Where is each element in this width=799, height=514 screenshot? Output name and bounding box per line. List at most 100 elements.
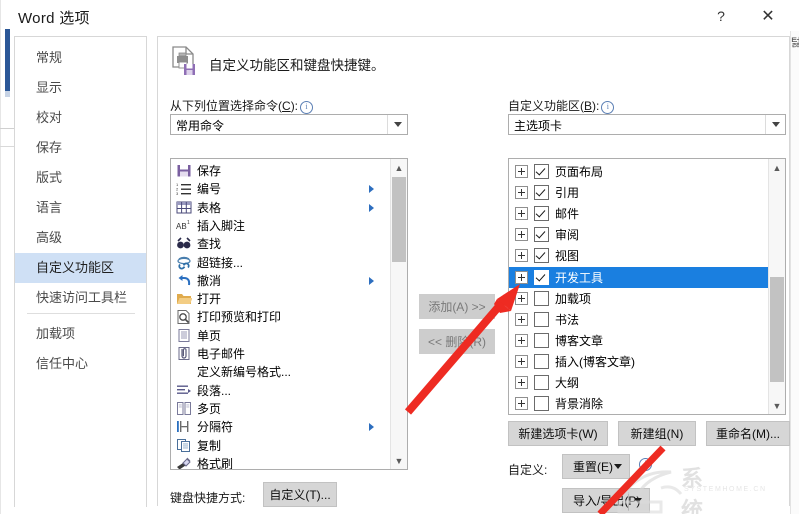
command-label: 表格 xyxy=(197,200,222,215)
commands-scroll-thumb[interactable] xyxy=(392,177,406,262)
ribbon-tab-checkbox[interactable] xyxy=(534,353,549,369)
customize-ribbon-combo[interactable]: 主选项卡 xyxy=(508,114,786,135)
expand-plus-icon[interactable] xyxy=(515,333,528,347)
ribbon-tab-label: 审阅 xyxy=(555,228,580,243)
none xyxy=(174,363,193,380)
expand-plus-icon[interactable] xyxy=(515,354,528,368)
sidebar-item-4[interactable]: 版式 xyxy=(15,163,146,193)
ribbon-tab-item[interactable]: 引用 xyxy=(509,182,769,203)
expand-plus-icon[interactable] xyxy=(515,228,528,242)
command-label: 多页 xyxy=(197,401,222,416)
ribbon-tab-item[interactable]: 背景消除 xyxy=(509,393,769,414)
command-label: 插入脚注 xyxy=(197,218,246,233)
info-icon[interactable]: i xyxy=(601,101,615,114)
title-bar: Word 选项 ? ✕ xyxy=(0,0,799,31)
sidebar-item-5[interactable]: 语言 xyxy=(15,193,146,223)
scroll-up-icon[interactable]: ▲ xyxy=(391,159,407,176)
expand-plus-icon[interactable] xyxy=(515,270,528,284)
ribbon-tab-item[interactable]: 大纲 xyxy=(509,372,769,393)
ribbon-tab-item[interactable]: 博客文章 xyxy=(509,330,769,351)
command-label: 保存 xyxy=(197,164,222,178)
expand-plus-icon[interactable] xyxy=(515,249,528,263)
expand-plus-icon[interactable] xyxy=(515,376,528,389)
reset-dropdown-button[interactable]: 重置(E) xyxy=(562,454,630,479)
close-button[interactable]: ✕ xyxy=(750,4,786,28)
ribbon-tab-checkbox[interactable] xyxy=(534,311,549,327)
sidebar-item-9[interactable]: 加载项 xyxy=(15,319,146,349)
ribbon-tab-item[interactable]: 邮件 xyxy=(509,203,769,224)
expand-plus-icon[interactable] xyxy=(515,291,528,305)
new-group-button[interactable]: 新建组(N) xyxy=(618,421,696,446)
expand-plus-icon[interactable] xyxy=(515,312,528,326)
ribbon-tab-item[interactable]: 插入(博客文章) xyxy=(509,351,769,372)
ribbon-tab-label: 引用 xyxy=(555,186,580,201)
submenu-arrow-icon xyxy=(369,276,374,285)
new-tab-button[interactable]: 新建选项卡(W) xyxy=(508,421,608,446)
ribbon-tab-checkbox[interactable] xyxy=(534,375,549,390)
ribbon-tab-item[interactable]: 开发工具 xyxy=(509,266,769,288)
format-painter-icon xyxy=(174,455,193,469)
ribbon-tab-label: 背景消除 xyxy=(555,397,604,412)
command-label: 分隔符 xyxy=(197,420,234,435)
commands-scrollbar[interactable]: ▲ ▼ xyxy=(390,159,407,469)
ribbon-tab-checkbox[interactable] xyxy=(534,269,549,285)
add-button[interactable]: 添加(A) >> xyxy=(419,294,495,319)
ribbon-tab-checkbox[interactable] xyxy=(534,290,549,306)
keyboard-customize-button[interactable]: 自定义(T)... xyxy=(263,482,337,507)
ribbon-tabs-scroll-thumb[interactable] xyxy=(770,277,784,382)
customize-label: 自定义: xyxy=(508,463,548,477)
scroll-up-icon[interactable]: ▲ xyxy=(769,159,785,176)
rename-button[interactable]: 重命名(M)... xyxy=(706,421,790,446)
ribbon-tab-checkbox[interactable] xyxy=(534,185,549,201)
command-list-item[interactable]: 格式刷 xyxy=(171,453,391,469)
info-icon[interactable]: i xyxy=(639,458,652,471)
sidebar-item-label: 高级 xyxy=(36,230,63,245)
ribbon-tab-item[interactable]: 页面布局 xyxy=(509,161,769,182)
help-button[interactable]: ? xyxy=(703,4,739,28)
ribbon-tabs-scrollbar[interactable]: ▲ ▼ xyxy=(768,159,785,414)
left-edge-line xyxy=(0,0,1,514)
scroll-down-icon[interactable]: ▼ xyxy=(391,452,407,469)
sidebar-item-8[interactable]: 快速访问工具栏 xyxy=(15,283,146,313)
expand-plus-icon[interactable] xyxy=(515,207,528,221)
sidebar-item-3[interactable]: 保存 xyxy=(15,133,146,163)
expand-plus-icon[interactable] xyxy=(515,165,528,178)
command-label: 电子邮件 xyxy=(197,347,246,361)
expand-plus-icon[interactable] xyxy=(515,186,528,200)
ribbon-tab-checkbox[interactable] xyxy=(534,227,549,243)
choose-commands-from-combo[interactable]: 常用命令 xyxy=(170,114,408,135)
svg-text:AB: AB xyxy=(176,222,187,231)
chevron-down-icon[interactable] xyxy=(614,464,622,469)
ribbon-tab-checkbox[interactable] xyxy=(534,248,549,264)
import-export-button[interactable]: 导入/导出(P) xyxy=(562,488,650,513)
commands-listbox[interactable]: 保存 1 2 3 编号 表格 AB 1 插入脚注 查找 超链接... 撤消 打开 打印预览和打印 单页 电子邮… xyxy=(170,158,408,470)
ribbon-tab-item[interactable]: 加载项 xyxy=(509,288,769,309)
chevron-down-icon[interactable] xyxy=(634,498,642,503)
sidebar-item-0[interactable]: 常规 xyxy=(15,43,146,73)
ribbon-tab-item[interactable]: 审阅 xyxy=(509,224,769,245)
ribbon-tab-checkbox[interactable] xyxy=(534,206,549,222)
ribbon-tab-checkbox[interactable] xyxy=(534,164,549,179)
expand-plus-icon[interactable] xyxy=(515,397,528,411)
sidebar-item-6[interactable]: 高级 xyxy=(15,223,146,253)
ribbon-tab-checkbox[interactable] xyxy=(534,332,549,348)
sidebar-item-1[interactable]: 显示 xyxy=(15,73,146,103)
remove-button[interactable]: << 删除(R) xyxy=(419,329,495,354)
ribbon-tab-checkbox[interactable] xyxy=(534,396,549,412)
sidebar-item-2[interactable]: 校对 xyxy=(15,103,146,133)
sidebar-item-7[interactable]: 自定义功能区 xyxy=(15,253,146,283)
sidebar-item-10[interactable]: 信任中心 xyxy=(15,349,146,379)
ribbon-tab-item[interactable]: 视图 xyxy=(509,245,769,266)
info-icon[interactable]: i xyxy=(300,101,314,114)
sidebar-item-label: 加载项 xyxy=(36,326,76,341)
command-label: 撤消 xyxy=(197,273,222,288)
sidebar-item-label: 快速访问工具栏 xyxy=(36,290,128,305)
ribbon-tab-item[interactable]: 书法 xyxy=(509,309,769,330)
ribbon-tabs-treebox[interactable]: 页面布局 引用 邮件 审阅 视图 开发工具 加载项 书法 博客文章 插入(博客文章) 大纲 背景消除 … xyxy=(508,158,786,415)
chevron-down-icon[interactable] xyxy=(387,115,407,134)
right-edge-strip xyxy=(791,31,799,514)
undo-icon xyxy=(174,272,193,289)
submenu-arrow-icon xyxy=(369,423,374,432)
scroll-down-icon[interactable]: ▼ xyxy=(769,397,785,414)
chevron-down-icon[interactable] xyxy=(765,115,785,134)
